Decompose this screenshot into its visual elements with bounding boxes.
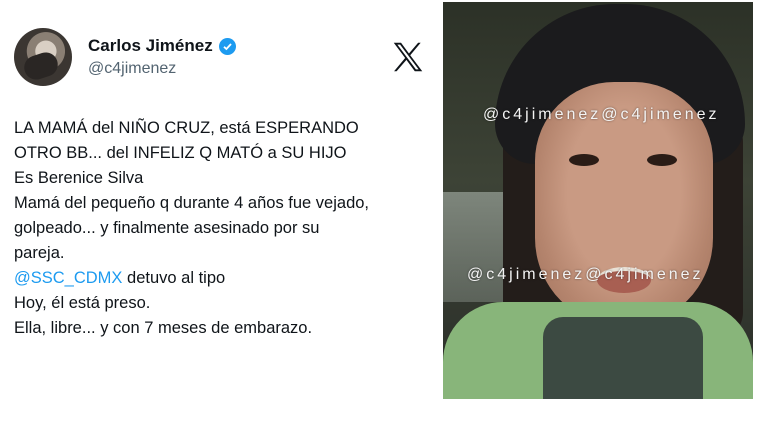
news-photo[interactable]: @c4jimenez@c4jimenez @c4jimenez@c4jimene… [443, 2, 753, 399]
tweet-line: OTRO BB... del INFELIZ Q MATÓ a SU HIJO [14, 144, 347, 162]
tweet-line: Es Berenice Silva [14, 169, 144, 187]
watermark-text: @c4jimenez@c4jimenez [483, 106, 720, 123]
verified-badge-icon [218, 37, 236, 55]
tweet-line: golpeado... y finalmente asesinado por s… [14, 219, 320, 237]
tweet-line: pareja. [14, 244, 65, 262]
author-avatar[interactable] [14, 28, 72, 86]
tweet-line: Ella, libre... y con 7 meses de embarazo… [14, 319, 313, 337]
watermark-text: @c4jimenez@c4jimenez [467, 266, 704, 283]
tweet-line: Hoy, él está preso. [14, 294, 151, 312]
mention-link[interactable]: @SSC_CDMX [14, 269, 122, 287]
tweet-line: Mamá del pequeño q durante 4 años fue ve… [14, 194, 370, 212]
tweet-line: LA MAMÁ del NIÑO CRUZ, está ESPERANDO [14, 119, 359, 137]
author-handle[interactable]: @c4jimenez [88, 60, 176, 78]
tweet-line-tail: detuvo al tipo [122, 269, 226, 287]
tweet-card: Carlos Jiménez @c4jimenez LA MAMÁ del NI… [0, 0, 440, 422]
author-name[interactable]: Carlos Jiménez [88, 36, 213, 56]
tweet-text: LA MAMÁ del NIÑO CRUZ, está ESPERANDO OT… [14, 116, 434, 341]
author-name-row[interactable]: Carlos Jiménez [88, 36, 236, 56]
x-logo-icon[interactable] [389, 38, 427, 76]
tweet-line-mention: @SSC_CDMX detuvo al tipo [14, 266, 434, 291]
